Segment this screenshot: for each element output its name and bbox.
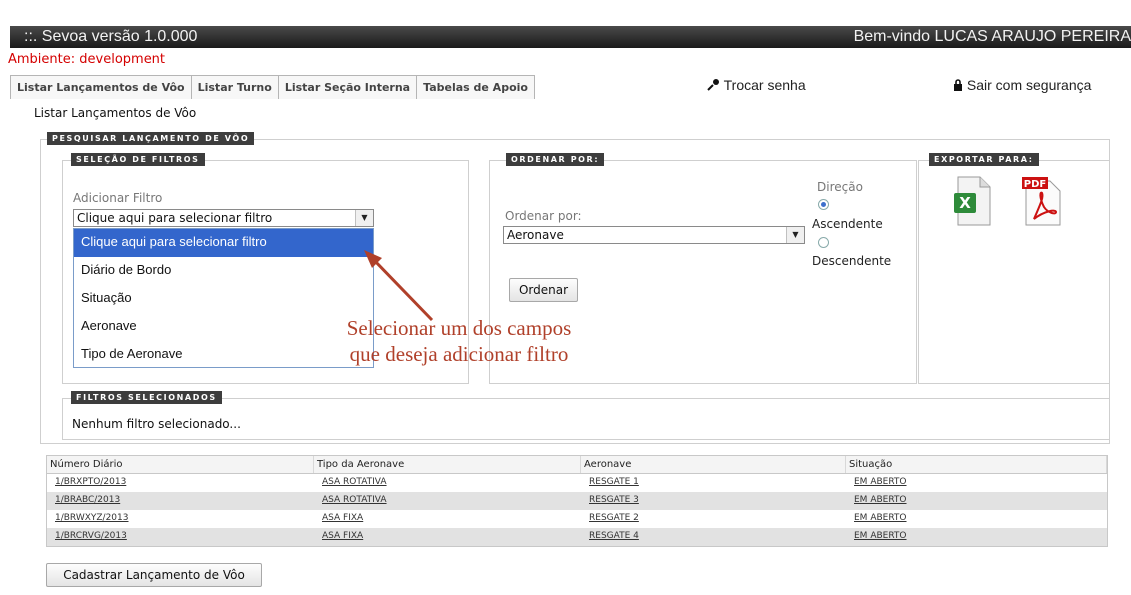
search-legend: PESQUISAR LANÇAMENTO DE VÔO	[47, 132, 255, 145]
tipo-link[interactable]: ASA FIXA	[322, 513, 363, 523]
export-panel: EXPORTAR PARA:	[918, 153, 1110, 384]
column-header[interactable]: Aeronave	[581, 456, 846, 473]
tab-listar-turno[interactable]: Listar Turno	[191, 75, 279, 99]
order-by-label: Ordenar por:	[505, 209, 582, 223]
key-icon	[707, 79, 719, 91]
tipo-link[interactable]: ASA ROTATIVA	[322, 477, 387, 487]
change-password-label: Trocar senha	[723, 77, 806, 93]
diario-link[interactable]: 1/BRWXYZ/2013	[55, 513, 129, 523]
add-filter-label: Adicionar Filtro	[73, 191, 163, 205]
tipo-link[interactable]: ASA FIXA	[322, 531, 363, 541]
aeronave-link[interactable]: RESGATE 4	[589, 531, 639, 541]
app-title: ::. Sevoa versão 1.0.000	[24, 28, 198, 45]
tipo-link[interactable]: ASA ROTATIVA	[322, 495, 387, 505]
table-row: 1/BRCRVG/2013 ASA FIXA RESGATE 4 EM ABER…	[47, 528, 1107, 546]
ascendente-label: Ascendente	[812, 217, 883, 231]
order-select-value: Aeronave	[507, 228, 564, 242]
table-header: Número Diário Tipo da Aeronave Aeronave …	[47, 456, 1107, 474]
table-row: 1/BRWXYZ/2013 ASA FIXA RESGATE 2 EM ABER…	[47, 510, 1107, 528]
selected-filters-legend: FILTROS SELECIONADOS	[71, 391, 222, 404]
filter-select[interactable]: Clique aqui para selecionar filtro ▼	[73, 209, 374, 227]
filter-select-value: Clique aqui para selecionar filtro	[77, 211, 273, 225]
filter-option[interactable]: Situação	[74, 285, 373, 313]
welcome-message: Bem-vindo LUCAS ARAUJO PEREIRA	[853, 28, 1131, 45]
situacao-link[interactable]: EM ABERTO	[854, 531, 907, 541]
page-title: Listar Lançamentos de Vôo	[34, 106, 197, 120]
excel-icon[interactable]: X	[952, 175, 992, 227]
chevron-down-icon: ▼	[355, 210, 373, 226]
environment-label: Ambiente: development	[8, 52, 166, 67]
radio-ascendente[interactable]	[818, 199, 829, 210]
pdf-icon[interactable]: PDF	[1020, 175, 1064, 227]
app-header: ::. Sevoa versão 1.0.000 Bem-vindo LUCAS…	[10, 26, 1131, 48]
filters-legend: SELEÇÃO DE FILTROS	[71, 153, 205, 166]
descendente-label: Descendente	[812, 254, 892, 268]
tab-tabelas-de-apoio[interactable]: Tabelas de Apoio	[417, 75, 535, 99]
chevron-down-icon: ▼	[786, 227, 804, 243]
column-header[interactable]: Número Diário	[47, 456, 314, 473]
tab-listar-secao-interna[interactable]: Listar Seção Interna	[278, 75, 418, 99]
table-row: 1/BRXPTO/2013 ASA ROTATIVA RESGATE 1 EM …	[47, 474, 1107, 492]
order-button[interactable]: Ordenar	[509, 278, 578, 302]
table-row: 1/BRABC/2013 ASA ROTATIVA RESGATE 3 EM A…	[47, 492, 1107, 510]
order-select[interactable]: Aeronave ▼	[503, 226, 805, 244]
aeronave-link[interactable]: RESGATE 1	[589, 477, 639, 487]
annotation-line-2: que deseja adicionar filtro	[349, 342, 569, 366]
no-filters-text: Nenhum filtro selecionado...	[72, 417, 241, 431]
diario-link[interactable]: 1/BRXPTO/2013	[55, 477, 126, 487]
results-table: Número Diário Tipo da Aeronave Aeronave …	[46, 455, 1108, 547]
change-password-link[interactable]: Trocar senha	[707, 77, 806, 93]
tab-listar-lancamentos[interactable]: Listar Lançamentos de Vôo	[10, 75, 192, 99]
aeronave-link[interactable]: RESGATE 3	[589, 495, 639, 505]
logout-link[interactable]: Sair com segurança	[953, 77, 1091, 93]
filter-option[interactable]: Diário de Bordo	[74, 257, 373, 285]
annotation-line-1: Selecionar um dos campos	[346, 316, 572, 340]
column-header[interactable]: Situação	[846, 456, 1107, 473]
diario-link[interactable]: 1/BRABC/2013	[55, 495, 120, 505]
order-legend: ORDENAR POR:	[506, 153, 605, 166]
logout-label: Sair com segurança	[966, 77, 1092, 93]
aeronave-link[interactable]: RESGATE 2	[589, 513, 639, 523]
pdf-badge-text: PDF	[1024, 179, 1046, 190]
svg-text:X: X	[959, 194, 971, 212]
lock-icon	[954, 79, 962, 91]
column-header[interactable]: Tipo da Aeronave	[314, 456, 581, 473]
radio-descendente[interactable]	[818, 237, 829, 248]
diario-link[interactable]: 1/BRCRVG/2013	[55, 531, 127, 541]
direction-label: Direção	[817, 180, 863, 194]
filter-option[interactable]: Clique aqui para selecionar filtro	[74, 229, 373, 257]
situacao-link[interactable]: EM ABERTO	[854, 495, 907, 505]
situacao-link[interactable]: EM ABERTO	[854, 477, 907, 487]
main-menu: Listar Lançamentos de Vôo Listar Turno L…	[10, 75, 535, 99]
create-flight-button[interactable]: Cadastrar Lançamento de Vôo	[46, 563, 262, 587]
export-legend: EXPORTAR PARA:	[929, 153, 1039, 166]
annotation-text: Selecionar um dos campos que deseja adic…	[314, 315, 604, 367]
situacao-link[interactable]: EM ABERTO	[854, 513, 907, 523]
